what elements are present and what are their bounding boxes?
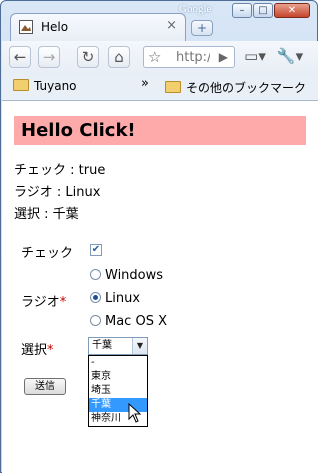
select-value: 千葉 [92,340,112,351]
radio-option-windows[interactable]: Windows [90,268,163,283]
radio-button-icon [90,315,101,326]
go-arrow-icon[interactable]: ▶ [219,50,228,64]
reload-icon: ↻ [81,48,95,66]
browser-toolbar: ← → ↻ ⌂ ☆ http:// ▶ ▭▾ 🔧▾ [2,41,318,74]
required-mark: * [59,295,67,310]
check-checkbox[interactable]: ✔ [90,244,102,256]
page-favicon-icon [19,20,33,34]
back-button[interactable]: ← [9,46,31,68]
radio-label: Windows [105,268,164,283]
address-bar[interactable]: ☆ http:// ▶ [143,46,235,68]
address-url: http:// [176,50,210,65]
tab-title: Helo [41,20,69,34]
forward-button[interactable]: → [38,46,60,68]
tab-close-icon[interactable]: × [166,18,177,33]
bookmarks-bar: Tuyano » その他のブックマーク [2,74,318,101]
radio-label-row: ラジオ* [21,291,66,310]
bookmark-label: Tuyano [34,79,77,93]
radio-option-linux[interactable]: Linux [90,291,140,306]
status-radio: ラジオ : Linux [14,185,101,200]
status-check: チェック : true [14,163,106,178]
radio-button-icon [90,269,101,280]
reload-button[interactable]: ↻ [77,46,99,68]
status-select: 選択 : 千葉 [14,207,79,222]
check-label: チェック [21,246,74,261]
radio-label: Mac OS X [105,314,167,329]
close-window-button[interactable]: ✕ [274,3,310,18]
home-icon: ⌂ [114,48,124,66]
folder-icon [13,79,29,91]
forward-arrow-icon: → [42,48,56,66]
bookmarks-overflow-chevron[interactable]: » [141,76,149,91]
radio-label: Linux [105,291,141,306]
back-arrow-icon: ← [13,48,27,66]
submit-button[interactable]: 送信 [24,378,66,395]
radio-group-label: ラジオ [21,295,60,310]
radio-option-macosx[interactable]: Mac OS X [90,314,167,329]
new-tab-button[interactable]: + [191,20,213,36]
page-menu-icon: ▭▾ [244,47,266,65]
select-label-row: 選択* [21,339,54,358]
select-option[interactable]: - [89,356,147,370]
mouse-cursor-icon [128,403,142,423]
select-option[interactable]: 東京 [89,370,147,384]
maximize-button[interactable]: □ [253,3,273,18]
select-label: 選択 [21,343,48,358]
browser-tab[interactable]: Helo × [10,13,186,41]
bookmark-other-folder[interactable]: その他のブックマーク [165,79,306,96]
browser-brand: Google [179,3,212,15]
radio-button-selected-icon [90,292,101,303]
home-button[interactable]: ⌂ [108,46,130,68]
required-mark: * [47,343,54,358]
folder-icon [165,81,181,93]
bookmark-tuyano[interactable]: Tuyano [13,79,77,93]
bookmark-star-icon[interactable]: ☆ [148,48,161,66]
wrench-icon: 🔧▾ [276,47,304,65]
browser-window: Google – □ ✕ Helo × + ← → ↻ ⌂ ☆ http:// … [0,0,318,473]
page-menu-button[interactable]: ▭▾ [240,46,270,68]
settings-menu-button[interactable]: 🔧▾ [275,46,305,68]
select-option[interactable]: 埼玉 [89,384,147,398]
prefecture-select[interactable]: 千葉 ▼ [88,337,148,355]
minimize-button[interactable]: – [232,3,252,18]
chevron-down-icon[interactable]: ▼ [132,338,147,354]
page-content: Hello Click! チェック : true ラジオ : Linux 選択 … [2,101,318,473]
page-heading: Hello Click! [14,116,306,145]
bookmark-label: その他のブックマーク [186,81,307,95]
